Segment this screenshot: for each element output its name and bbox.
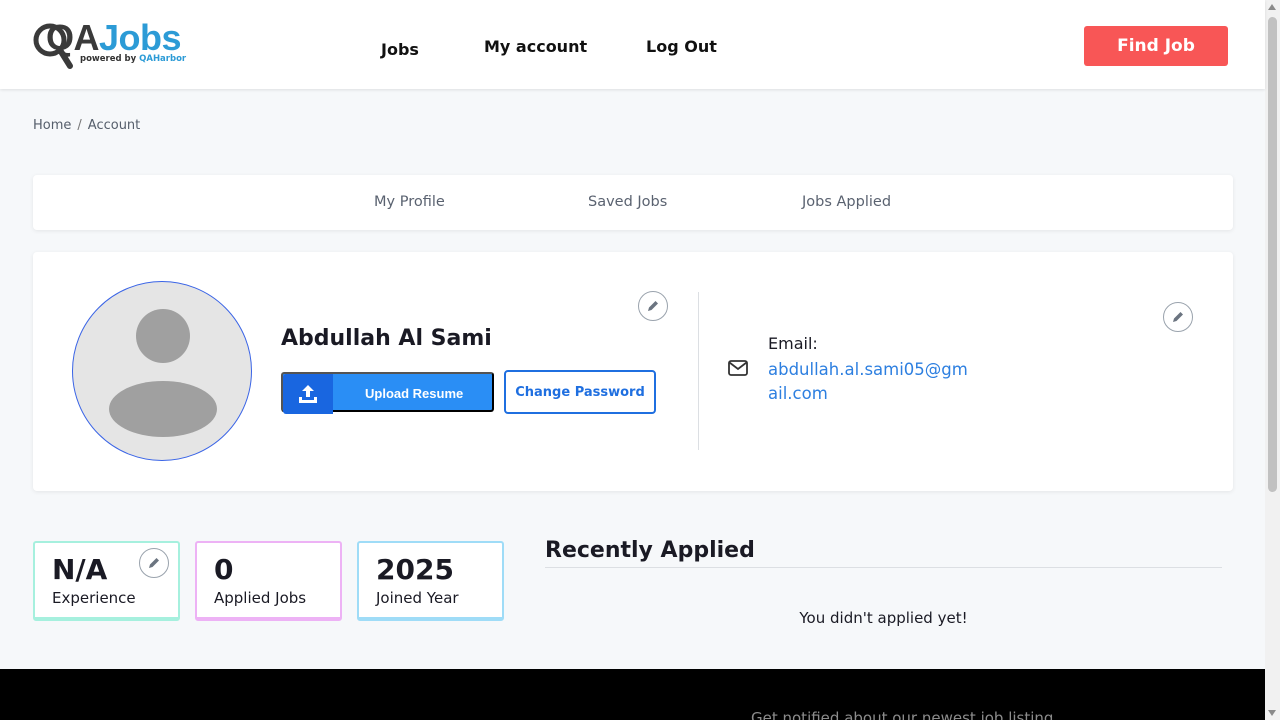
recently-applied-empty-message: You didn't applied yet! [799,609,968,627]
pencil-icon [648,301,658,311]
footer-newsletter-text: Get notified about our newest job listin… [751,709,1054,720]
scroll-up-arrow-icon[interactable] [1268,4,1276,10]
tab-jobs-applied[interactable]: Jobs Applied [802,194,891,210]
pencil-icon [149,558,159,568]
upload-icon [283,374,333,414]
email-label: Email: [768,334,818,353]
upload-resume-button[interactable]: Upload Resume [281,372,494,414]
breadcrumb-current: Account [87,118,141,133]
logo-wordmark: QAJobs [32,17,182,58]
tab-saved-jobs[interactable]: Saved Jobs [588,194,667,210]
tab-my-profile[interactable]: My Profile [374,194,445,210]
profile-card: Abdullah Al Sami Upload Resume Change Pa… [33,252,1233,491]
edit-experience-button[interactable] [139,548,169,578]
stat-joined-year: 2025 Joined Year [357,541,504,621]
stat-label: Applied Jobs [214,589,307,607]
stat-value: 0 [214,553,234,586]
logo-tagline: powered by QAHarbor [80,54,186,64]
nav-my-account[interactable]: My account [484,37,587,56]
profile-divider [698,292,699,450]
nav-jobs[interactable]: Jobs [381,40,419,59]
page-scrollbar[interactable] [1265,0,1280,720]
logo-text-qa: QA [46,17,100,58]
stat-value: N/A [52,553,108,586]
user-avatar-icon [109,309,217,437]
tagline-brand: QAHarbor [139,54,187,64]
stat-applied-jobs: 0 Applied Jobs [195,541,342,621]
edit-profile-button[interactable] [638,291,668,321]
recently-applied-heading: Recently Applied [545,538,755,563]
find-job-button[interactable]: Find Job [1084,26,1228,66]
stat-value: 2025 [376,553,454,586]
site-header: QAJobs powered by QAHarbor Jobs My accou… [0,0,1265,89]
account-tabs: My Profile Saved Jobs Jobs Applied [33,175,1233,230]
email-value[interactable]: abdullah.al.sami05@gmail.com [768,358,968,406]
logo-text-jobs: Jobs [99,17,182,58]
breadcrumb-home[interactable]: Home [33,118,71,133]
pencil-icon [1173,312,1183,322]
stat-label: Joined Year [376,589,459,607]
tagline-prefix: powered by [80,54,140,64]
envelope-icon [728,360,748,376]
edit-email-button[interactable] [1163,302,1193,332]
user-name: Abdullah Al Sami [281,326,492,351]
scroll-down-arrow-icon[interactable] [1268,710,1276,716]
recently-applied-divider [545,567,1222,568]
stat-label: Experience [52,589,136,607]
site-footer: Get notified about our newest job listin… [0,669,1265,720]
scrollbar-thumb[interactable] [1268,17,1277,492]
upload-resume-label: Upload Resume [365,386,464,401]
nav-log-out[interactable]: Log Out [646,37,717,56]
breadcrumb: Home / Account [33,118,140,133]
stat-experience: N/A Experience [33,541,180,621]
breadcrumb-separator: / [77,118,82,133]
avatar [72,281,252,461]
qajobs-logo[interactable]: QAJobs powered by QAHarbor [32,18,192,70]
change-password-button[interactable]: Change Password [504,370,656,414]
